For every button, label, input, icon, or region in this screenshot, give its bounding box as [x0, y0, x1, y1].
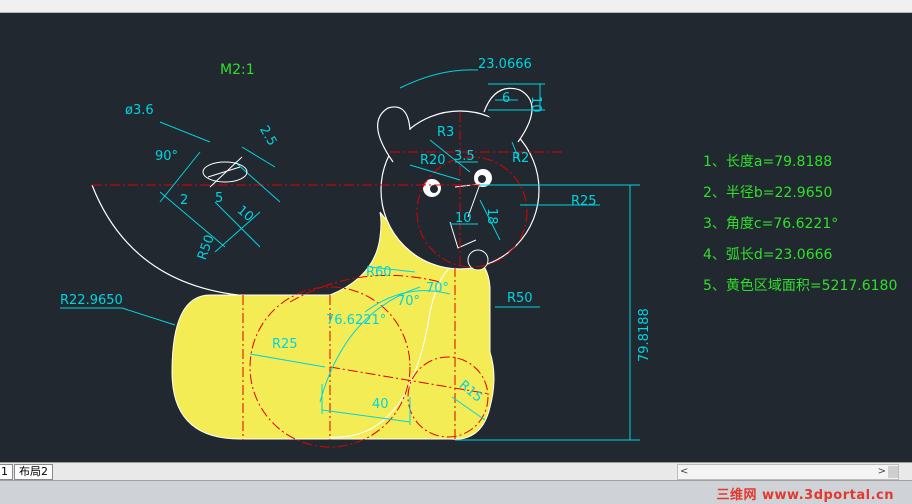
left-pupil	[430, 185, 438, 193]
dim-3-5: 3.5	[454, 149, 475, 164]
notes-panel: 1、长度a=79.8188 2、半径b=22.9650 3、角度c=76.622…	[703, 152, 897, 307]
dim-r3: R3	[437, 125, 454, 140]
dim-angle-76-6221: 76.6221°	[326, 313, 386, 328]
dim-2: 2	[180, 193, 188, 208]
dim-2-5: 2.5	[256, 123, 279, 148]
dim-r60: R60	[366, 265, 392, 280]
dim-arc-23-0666: 23.0666	[478, 57, 532, 72]
note-radius: 2、半径b=22.9650	[703, 185, 833, 201]
dim-angle-70-right: 70°	[426, 281, 449, 296]
dim-r2: R2	[512, 151, 529, 166]
note-arc-length: 4、弧长d=23.0666	[703, 247, 833, 263]
dim-r50-right: R50	[507, 291, 533, 306]
dim-6: 6	[502, 91, 510, 106]
note-length: 1、长度a=79.8188	[703, 154, 833, 170]
note-angle: 3、角度c=76.6221°	[703, 216, 839, 232]
status-bar: 三维网 www.3dportal.cn	[0, 480, 912, 504]
dim-10-left: 10	[234, 203, 256, 225]
dim-r20: R20	[420, 153, 446, 168]
dim-10-mid: 10	[455, 211, 472, 226]
note-yellow-area: 5、黄色区域面积=5217.6180	[703, 278, 898, 294]
scroll-right-icon[interactable]: >	[878, 465, 886, 479]
scale-label: M2:1	[220, 62, 255, 78]
dim-10-top: 10	[528, 96, 543, 113]
watermark-text: 三维网 www.3dportal.cn	[716, 488, 894, 503]
layout-tabbar: 1 布局2 < >	[0, 462, 912, 480]
dim-18: 18	[484, 208, 499, 225]
dim-angle-70-left: 70°	[397, 294, 420, 309]
dim-r25-right: R25	[571, 194, 597, 209]
dim-angle-90: 90°	[155, 149, 178, 164]
dim-5: 5	[215, 191, 223, 206]
dim-79-8188: 79.8188	[637, 308, 652, 362]
horizontal-scrollbar[interactable]: < >	[677, 464, 899, 480]
dim-r50-left: R50	[195, 233, 218, 262]
scroll-left-icon[interactable]: <	[680, 465, 688, 479]
tab-layout-2[interactable]: 布局2	[14, 464, 53, 480]
scroll-thumb[interactable]	[888, 466, 898, 478]
right-pupil	[478, 175, 486, 183]
dim-40: 40	[372, 397, 389, 412]
tab-layout-1[interactable]: 1	[0, 464, 13, 480]
dim-hole-diameter: ø3.6	[125, 103, 154, 118]
dim-r22-9650: R22.9650	[60, 293, 123, 308]
dim-r25-body: R25	[272, 337, 298, 352]
